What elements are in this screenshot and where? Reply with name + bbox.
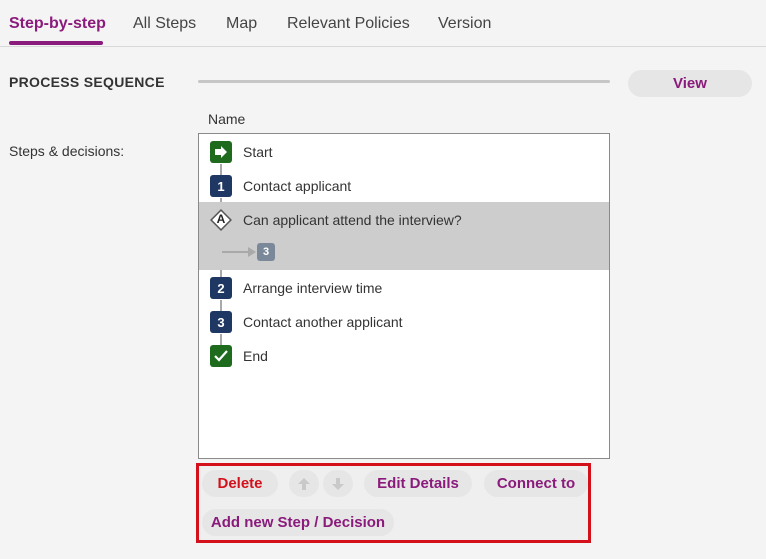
active-tab-indicator (9, 41, 103, 45)
step-label: End (243, 348, 268, 364)
start-icon (210, 141, 232, 163)
step-label: Arrange interview time (243, 280, 383, 296)
step-number-badge: 2 (210, 277, 232, 299)
list-item-start[interactable]: Start (199, 134, 609, 168)
branch-target-badge: 3 (257, 243, 275, 261)
tab-step-by-step[interactable]: Step-by-step (9, 15, 106, 33)
step-number-badge: 1 (210, 175, 232, 197)
list-item-step-2[interactable]: 2 Arrange interview time (199, 270, 609, 304)
section-title: PROCESS SEQUENCE (9, 74, 165, 90)
step-label: Start (243, 144, 273, 160)
decision-badge: A (216, 212, 226, 226)
tab-bar: Step-by-step All Steps Map Relevant Poli… (0, 0, 766, 47)
name-column-header: Name (208, 111, 246, 127)
branch-arrow-icon (248, 247, 256, 257)
view-button[interactable]: View (628, 70, 752, 97)
list-item-step-1[interactable]: 1 Contact applicant (199, 168, 609, 202)
tab-relevant-policies[interactable]: Relevant Policies (287, 15, 410, 33)
steps-decisions-label: Steps & decisions: (9, 143, 125, 159)
end-check-icon (210, 345, 232, 367)
highlight-frame (196, 463, 591, 543)
tab-map[interactable]: Map (226, 15, 257, 33)
step-label: Contact another applicant (243, 314, 403, 330)
list-item-decision-a[interactable]: A Can applicant attend the interview? 3 (199, 202, 609, 270)
step-label: Can applicant attend the interview? (243, 212, 462, 228)
tab-all-steps[interactable]: All Steps (133, 15, 196, 33)
step-label: Contact applicant (243, 178, 352, 194)
list-item-end[interactable]: End (199, 338, 609, 372)
tab-version[interactable]: Version (438, 15, 491, 33)
step-number-badge: 3 (210, 311, 232, 333)
list-item-step-3[interactable]: 3 Contact another applicant (199, 304, 609, 338)
steps-listbox[interactable]: Start 1 Contact applicant A Can applican… (198, 133, 610, 459)
section-divider (198, 80, 610, 83)
